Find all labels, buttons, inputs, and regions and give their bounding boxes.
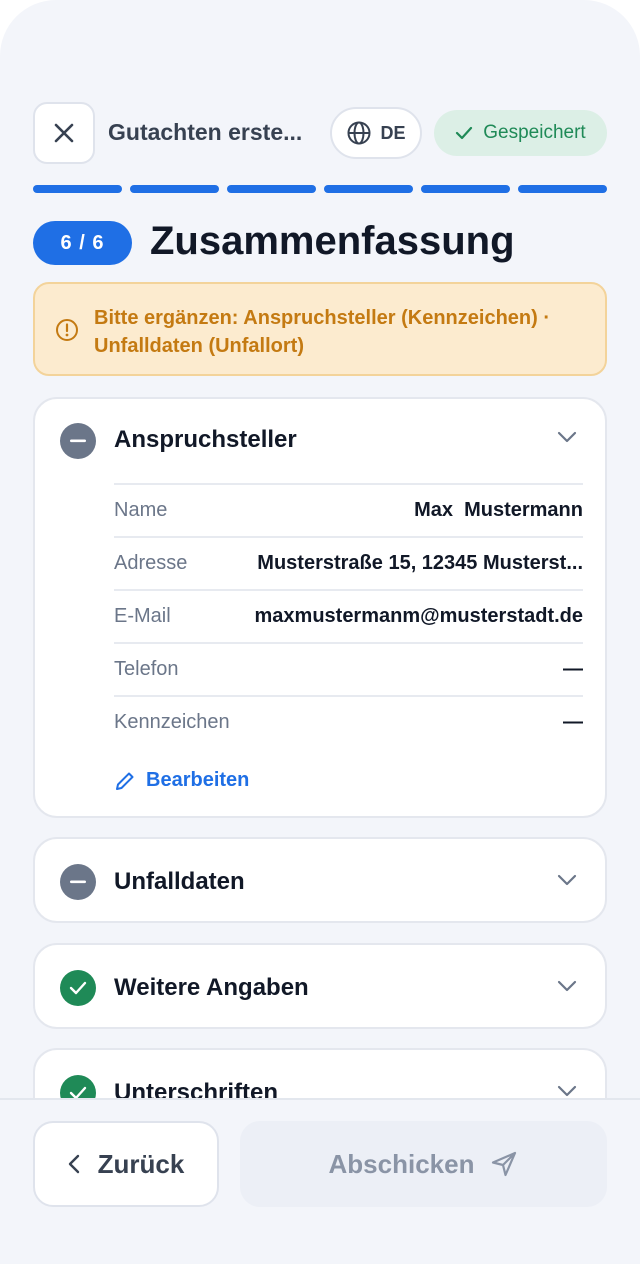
edit-label: Bearbeiten [146,769,250,791]
row-value: Max Mustermann [414,499,583,521]
top-bar: Gutachten erste... DE Gespeichert [33,102,607,164]
close-button[interactable] [33,102,95,164]
pending-status-icon [60,423,96,459]
progress-segment [324,185,413,193]
section-title: Weitere Angaben [114,974,309,1001]
detail-row-license-plate: Kennzeichen — [114,695,583,748]
complete-status-icon [60,970,96,1006]
pencil-icon [116,772,134,790]
edit-link[interactable]: Bearbeiten [114,769,249,792]
row-label: Adresse [114,552,188,574]
alert-circle-icon [56,319,78,341]
section-title: Unfalldaten [114,868,245,895]
details-list: Name Max Mustermann Adresse Musterstraße… [114,483,583,748]
progress-segment [518,185,607,193]
section-header-unfalldaten[interactable]: Unfalldaten [35,839,605,923]
back-button[interactable]: Zurück [33,1121,219,1207]
detail-row-phone: Telefon — [114,642,583,695]
section-header-anspruchsteller[interactable]: Anspruchsteller [35,399,605,483]
page-title: Zusammenfassung [150,219,515,263]
section-title: Anspruchsteller [114,426,297,453]
section-card-anspruchsteller: Anspruchsteller Name Max Mustermann Adre… [33,397,607,818]
progress-segment [227,185,316,193]
language-button[interactable]: DE [330,107,422,159]
wizard-title: Gutachten erste... [108,119,303,145]
progress-segment [33,185,122,193]
chevron-down-icon [557,431,577,443]
bottom-action-bar: Zurück Abschicken [0,1098,640,1264]
row-value: — [563,658,583,680]
language-code: DE [380,122,406,143]
chevron-left-icon [68,1154,79,1174]
section-card-unfalldaten[interactable]: Unfalldaten [33,837,607,923]
check-icon [456,126,473,140]
back-label: Zurück [97,1148,185,1179]
progress-segment [130,185,219,193]
row-value: — [563,711,583,733]
row-value: maxmustermanm@musterstadt.de [254,605,584,627]
close-icon [54,123,74,143]
saved-label: Gespeichert [483,122,586,143]
detail-row-email: E-Mail maxmustermanm@musterstadt.de [114,589,583,642]
step-indicator: 6 / 6 [33,221,132,265]
section-header-weitere-angaben[interactable]: Weitere Angaben [35,945,605,1029]
detail-row-address: Adresse Musterstraße 15, 12345 Musterst.… [114,536,583,589]
step-progress-bar [33,185,607,193]
missing-info-alert: Bitte ergänzen: Anspruchsteller (Kennzei… [33,282,607,376]
detail-row-name: Name Max Mustermann [114,483,583,536]
submit-button[interactable]: Abschicken [240,1121,607,1207]
chevron-down-icon [557,874,577,886]
row-label: Telefon [114,658,179,680]
row-value: Musterstraße 15, 12345 Musterst... [257,552,583,574]
globe-icon [347,121,371,145]
send-icon [492,1151,517,1177]
row-label: Kennzeichen [114,711,230,733]
alert-text: Bitte ergänzen: Anspruchsteller (Kennzei… [94,307,550,357]
row-label: Name [114,499,168,521]
section-card-weitere-angaben[interactable]: Weitere Angaben [33,943,607,1029]
chevron-down-icon [557,980,577,992]
submit-label: Abschicken [328,1148,475,1179]
row-label: E-Mail [114,605,171,627]
chevron-down-icon [557,1085,577,1097]
progress-segment [421,185,510,193]
pending-status-icon [60,864,96,900]
app-screen: Gutachten erste... DE Gespeichert 6 / 6 … [0,0,640,1264]
saved-status-badge: Gespeichert [434,110,607,156]
